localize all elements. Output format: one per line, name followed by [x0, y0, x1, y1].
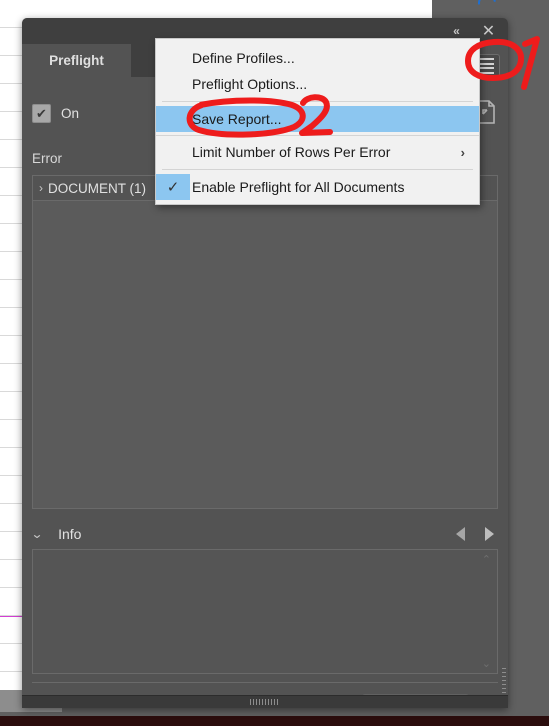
info-title: Info: [58, 526, 82, 542]
panel-flyout-menu[interactable]: Define Profiles... Preflight Options... …: [155, 38, 480, 205]
previous-arrow-icon[interactable]: [456, 527, 465, 541]
error-column-header: Error: [32, 151, 62, 166]
chevron-right-icon[interactable]: ›: [39, 182, 43, 194]
error-list[interactable]: › DOCUMENT (1): [32, 175, 498, 509]
hamburger-line: [478, 58, 494, 61]
panel-resize-grip-right[interactable]: [502, 668, 506, 694]
info-nav-group: [456, 527, 498, 541]
check-icon: ✓: [156, 174, 190, 200]
menu-item-label: Save Report...: [192, 111, 282, 127]
hamburger-line: [478, 71, 494, 74]
menu-item-preflight-options[interactable]: Preflight Options...: [156, 71, 479, 97]
hamburger-line: [478, 62, 494, 65]
preflight-on-label: On: [61, 106, 80, 121]
menu-item-save-report[interactable]: Save Report...: [156, 106, 479, 132]
menu-item-label: Define Profiles...: [192, 50, 295, 66]
menu-item-label: Preflight Options...: [192, 76, 308, 92]
panel-bottom-grip[interactable]: [22, 695, 508, 708]
next-arrow-icon[interactable]: [485, 527, 494, 541]
preflight-on-checkbox[interactable]: ✔: [32, 104, 51, 123]
workspace-bottom-strip: [0, 716, 549, 726]
menu-divider: [162, 101, 473, 102]
chevron-down-icon[interactable]: ⌄: [31, 528, 44, 540]
menu-divider: [162, 169, 473, 170]
error-list-body[interactable]: [33, 201, 497, 508]
tab-preflight-label: Preflight: [49, 53, 104, 68]
preflight-on-row[interactable]: ✔ On: [32, 104, 79, 123]
menu-item-label: Enable Preflight for All Documents: [192, 179, 405, 195]
info-section-header[interactable]: ⌄ Info: [31, 519, 498, 549]
menu-item-limit-rows[interactable]: Limit Number of Rows Per Error ›: [156, 139, 479, 165]
menu-divider: [156, 135, 479, 136]
tab-preflight[interactable]: Preflight: [22, 44, 131, 77]
grip-marks-icon: [250, 699, 280, 705]
hamburger-line: [478, 67, 494, 70]
error-row-label: DOCUMENT (1): [48, 180, 147, 196]
menu-item-label: Limit Number of Rows Per Error: [192, 144, 391, 160]
document-guide-line: [0, 616, 24, 617]
scroll-up-icon[interactable]: ⌃: [482, 553, 491, 566]
info-content-box[interactable]: ⌃ ⌄: [32, 549, 498, 674]
menu-item-define-profiles[interactable]: Define Profiles...: [156, 45, 479, 71]
menu-item-enable-preflight-all[interactable]: ✓ Enable Preflight for All Documents: [156, 174, 479, 200]
scroll-down-icon[interactable]: ⌄: [482, 657, 491, 670]
submenu-arrow-icon[interactable]: ›: [461, 145, 479, 160]
